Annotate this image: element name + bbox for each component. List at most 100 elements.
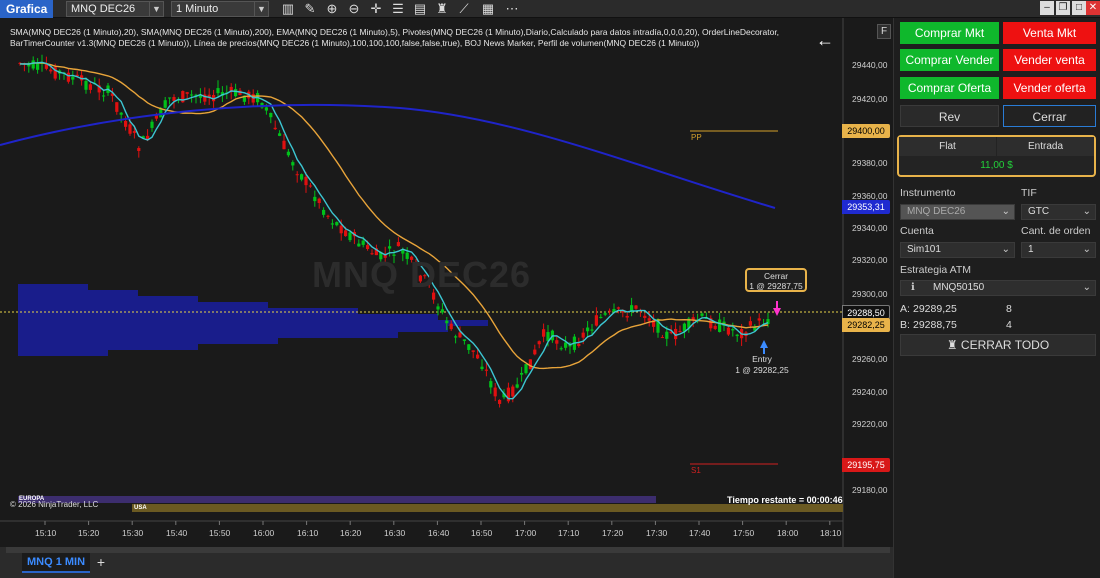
candle-body — [282, 140, 286, 150]
candle-body — [163, 100, 167, 108]
candle-body — [757, 318, 761, 321]
more-icon[interactable]: ⋯ — [504, 1, 520, 17]
back-arrow-icon[interactable]: ← — [816, 30, 834, 51]
buy-ask-button[interactable]: Comprar Oferta — [900, 77, 999, 99]
order-qty-label: Cant. de orden — [1021, 225, 1091, 237]
candle-body — [533, 349, 537, 355]
interval-selector[interactable]: 1 Minuto ▼ — [171, 1, 269, 17]
candle-body — [326, 215, 330, 217]
time-tick: 16:50 — [471, 528, 493, 538]
buy-bid-button[interactable]: Comprar Vender — [900, 49, 999, 71]
candle-body — [511, 386, 515, 397]
tif-select[interactable]: GTC ⌄ — [1021, 204, 1096, 220]
chart-trader-panel: Comprar Mkt Venta Mkt Comprar Vender Ven… — [893, 18, 1100, 578]
position-pnl: 11,00 $ — [980, 160, 1013, 171]
candle-body — [735, 334, 739, 337]
volume-profile-bar — [18, 338, 278, 344]
info-icon[interactable]: ℹ — [911, 281, 915, 295]
account-select[interactable]: Sim101 ⌄ — [900, 242, 1015, 258]
data-box-icon[interactable]: ▦ — [480, 1, 496, 17]
chart-scrollbar[interactable] — [6, 547, 890, 553]
candle-body — [542, 329, 546, 337]
candle-body — [313, 196, 317, 202]
volume-profile-bar — [18, 308, 358, 314]
bar-timer: Tiempo restante = 00:00:46 — [727, 495, 843, 505]
entry-arrow-icon — [760, 340, 768, 348]
exit-arrow-stem — [776, 301, 778, 308]
sell-ask-button[interactable]: Vender venta — [1003, 49, 1096, 71]
candle-body — [304, 176, 308, 186]
time-tick: 17:20 — [602, 528, 624, 538]
chevron-down-icon: ⌄ — [1001, 206, 1010, 217]
close-icon[interactable]: ✕ — [1086, 1, 1100, 15]
candle-body — [520, 372, 524, 375]
candle-body — [66, 72, 70, 82]
crosshair-icon[interactable]: ✛ — [368, 1, 384, 17]
stepper-arrows-icon[interactable]: ⌄ — [1083, 243, 1091, 257]
volume-profile-bar — [18, 344, 198, 350]
indicators-icon[interactable]: ▤ — [412, 1, 428, 17]
time-tick: 17:00 — [515, 528, 537, 538]
position-display: Flat Entrada 11,00 $ — [897, 135, 1096, 177]
candle-body — [700, 313, 704, 316]
buy-market-button[interactable]: Comprar Mkt — [900, 22, 999, 44]
pivot-s1-label: S1 — [691, 466, 701, 475]
tab-mnq-1-min[interactable]: MNQ 1 MIN — [22, 553, 90, 573]
properties-icon[interactable]: ☰ — [390, 1, 406, 17]
f-button[interactable]: F — [877, 24, 891, 39]
strategies-icon[interactable]: ♜ — [434, 1, 450, 17]
close-all-button[interactable]: ♜ CERRAR TODO — [900, 334, 1096, 356]
exit-arrow-icon — [773, 308, 781, 316]
order-qty-stepper[interactable]: 1 ⌄ — [1021, 242, 1096, 258]
maximize-icon[interactable]: □ — [1072, 1, 1086, 15]
minimize-icon[interactable]: – — [1040, 1, 1054, 15]
tif-label: TIF — [1021, 187, 1037, 199]
price-tick: 29320,00 — [852, 255, 888, 265]
sell-market-button[interactable]: Venta Mkt — [1003, 22, 1096, 44]
close-order-label: Cerrar — [763, 271, 789, 281]
draw-pencil-icon[interactable]: ✎ — [302, 1, 318, 17]
restore-icon[interactable]: ❐ — [1056, 1, 1070, 15]
price-tick: 29380,00 — [852, 158, 888, 168]
time-tick: 16:20 — [340, 528, 362, 538]
price-tick: 29440,00 — [852, 60, 888, 70]
volume-profile-bar — [18, 284, 88, 290]
position-state: Flat — [899, 137, 996, 156]
session-usa-bar — [132, 504, 843, 512]
volume-profile-bar — [18, 296, 198, 302]
price-tick: 29260,00 — [852, 354, 888, 364]
candle-body — [185, 92, 189, 94]
candle-body — [300, 174, 304, 180]
candle-body — [308, 185, 312, 187]
entry-order-qty: 1 @ 29282,25 — [735, 365, 789, 375]
sma200-price-tag: 29353,31 — [842, 200, 890, 214]
time-tick: 17:10 — [558, 528, 580, 538]
zoom-in-icon[interactable]: ⊕ — [324, 1, 340, 17]
reverse-button[interactable]: Rev — [900, 105, 999, 127]
atm-strategy-select[interactable]: ℹ MNQ50150 ⌄ — [900, 280, 1096, 296]
chart-panel[interactable]: MNQ DEC26 SMA(MNQ DEC26 (1 Minuto),20), … — [0, 18, 893, 547]
close-order-marker[interactable]: Cerrar 1 @ 29287,75 — [745, 268, 807, 292]
candle-body — [577, 343, 581, 346]
atm-strategy-value: MNQ50150 — [933, 282, 985, 293]
entry-order-label: Entry — [752, 354, 772, 364]
bid-size: 4 — [1006, 319, 1012, 331]
price-tick: 29240,00 — [852, 387, 888, 397]
candle-body — [278, 133, 282, 136]
chevron-down-icon: ⌄ — [1001, 244, 1010, 255]
chart-trader-icon[interactable]: ⟋ — [456, 1, 472, 17]
close-position-button[interactable]: Cerrar — [1003, 105, 1096, 127]
bar-type-icon[interactable]: ▥ — [280, 1, 296, 17]
sell-bid-button[interactable]: Vender oferta — [1003, 77, 1096, 99]
add-tab-button[interactable]: + — [94, 553, 108, 573]
candle-body — [71, 76, 75, 80]
candle-body — [84, 80, 88, 90]
toolbar: Grafica MNQ DEC26 ▼ 1 Minuto ▼ ▥ ✎ ⊕ ⊖ ✛… — [0, 0, 1100, 18]
interval-selector-value: 1 Minuto — [176, 3, 219, 15]
candle-body — [124, 120, 128, 127]
zoom-out-icon[interactable]: ⊖ — [346, 1, 362, 17]
chevron-down-icon: ⌄ — [1082, 206, 1091, 217]
candle-body — [564, 342, 568, 348]
instrument-selector[interactable]: MNQ DEC26 ▼ — [66, 1, 164, 17]
volume-profile-bar — [18, 350, 108, 356]
